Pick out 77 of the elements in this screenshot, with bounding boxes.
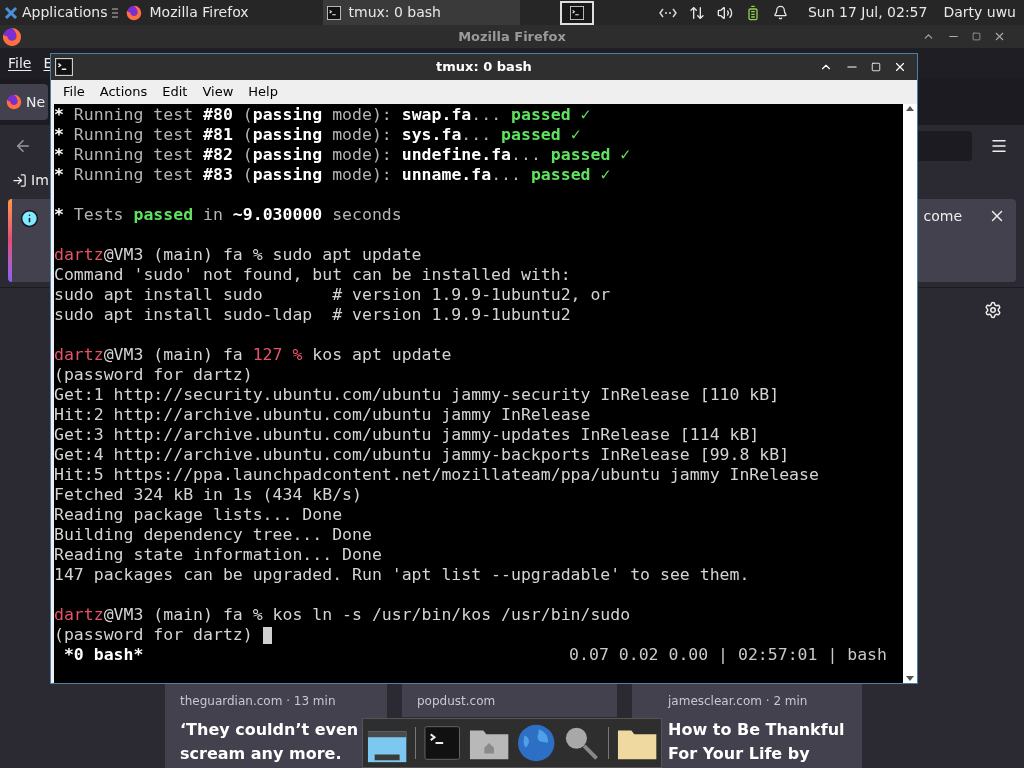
terminal-line: * Running test #83 (passing mode): unname.fa... passed ✓ — [54, 165, 611, 185]
menu-item[interactable]: View — [202, 82, 234, 102]
firefox-icon — [125, 4, 142, 21]
story-source: jamesclear.com · 2 min — [668, 693, 809, 710]
settings-button[interactable] — [984, 301, 1002, 319]
network-icon[interactable] — [658, 7, 677, 18]
terminal-line: Fetched 324 kB in 1s (434 kB/s) — [54, 485, 362, 505]
story-source: theguardian.com · 13 min — [180, 693, 337, 710]
menu-item[interactable]: Edit — [162, 82, 188, 102]
terminal-icon — [326, 5, 341, 20]
transfer-icon[interactable] — [688, 4, 705, 21]
user-name[interactable]: Darty uwu — [943, 2, 1016, 23]
menu-item[interactable]: File — [8, 52, 32, 74]
terminal-line: (password for dartz) — [54, 365, 253, 385]
menu-button[interactable] — [990, 137, 1008, 155]
firefox-icon — [2, 26, 22, 47]
menu-icon[interactable] — [111, 7, 118, 18]
taskbar-task[interactable]: tmux: 0 bash — [322, 0, 520, 25]
applications-menu[interactable]: Applications — [0, 0, 112, 25]
clock[interactable]: Sun 17 Jul, 02:57 — [807, 2, 928, 23]
maximize-button[interactable] — [972, 32, 981, 41]
terminal-line: Hit:5 https://ppa.launchpadcontent.net/mozillateam/ppa/ubuntu jammy InRelease — [54, 465, 819, 485]
terminal-line: sudo apt install sudo # version 1.9.9-1ubuntu2, or — [54, 285, 611, 305]
window-title: tmux: 0 bash — [436, 58, 532, 77]
menu-item[interactable]: Help — [248, 82, 278, 102]
terminal-line: dartz@VM3 (main) fa % sudo apt update — [54, 245, 422, 265]
globe-icon[interactable] — [516, 723, 556, 763]
story-source: popdust.com — [417, 693, 497, 710]
bell-icon[interactable] — [772, 5, 788, 20]
terminal-line: sudo apt install sudo-ldap # version 1.9.9-1ubuntu2 — [54, 305, 571, 325]
volume-icon[interactable] — [716, 4, 733, 21]
address-field[interactable] — [918, 131, 972, 161]
terminal-line: (password for dartz) — [54, 625, 254, 645]
tmux-status-text: 0.07 0.02 0.00 | 02:57:01 | bash — [569, 645, 887, 665]
terminal-icon — [55, 58, 73, 76]
terminal-line: * Tests passed in ~9.030000 seconds — [54, 205, 402, 225]
terminal-line: Get:3 http://archive.ubuntu.com/ubuntu jammy-updates InRelease [114 kB] — [54, 425, 760, 445]
terminal-icon[interactable] — [424, 725, 461, 761]
story-headline: For Your Life by — [668, 743, 811, 765]
window-title: Mozilla Firefox — [458, 27, 566, 46]
browser-tab[interactable]: Ne — [0, 84, 48, 120]
terminal-line: Hit:2 http://archive.ubuntu.com/ubuntu jammy InRelease — [54, 405, 591, 425]
tmux-window-tab[interactable]: *0 bash* — [54, 645, 144, 665]
terminal-line: Get:4 http://archive.ubuntu.com/ubuntu jammy-backports InRelease [99.8 kB] — [54, 445, 790, 465]
terminal-line: Reading package lists... Done — [54, 505, 343, 525]
terminal-line: Reading state information... Done — [54, 545, 382, 565]
scroll-up-icon[interactable] — [906, 106, 914, 111]
scroll-down-icon[interactable] — [906, 676, 914, 681]
terminal-line: dartz@VM3 (main) fa 127 % kos apt update — [54, 345, 452, 365]
menu-item[interactable]: File — [63, 82, 85, 102]
terminal-line: Building dependency tree... Done — [54, 525, 372, 545]
terminal-line: Command 'sudo' not found, but can be installed with: — [54, 265, 571, 285]
terminal-line: Get:1 http://security.ubuntu.com/ubuntu jammy-security InRelease [110 kB] — [54, 385, 780, 405]
terminal-line: dartz@VM3 (main) fa % kos ln -s /usr/bin/kos /usr/bin/sudo — [54, 605, 631, 625]
firefox-icon — [6, 94, 22, 110]
terminal-line: * Running test #80 (passing mode): swap.fa... passed ✓ — [54, 105, 591, 125]
close-button[interactable] — [893, 60, 907, 74]
story-headline: ‘They couldn’t even — [180, 719, 360, 741]
story-card[interactable]: popdust.com — [402, 684, 617, 717]
window-thumbnail-icon — [569, 5, 584, 20]
terminal-line: * Running test #82 (passing mode): undefine.fa... passed ✓ — [54, 145, 631, 165]
story-headline: scream any more. — [180, 743, 343, 765]
import-icon — [12, 173, 27, 188]
notification-text: come — [923, 207, 962, 226]
close-button[interactable] — [993, 30, 1006, 43]
story-card[interactable]: theguardian.com · 13 min ‘They couldn’t even scream any more. — [165, 684, 387, 768]
scrollbar[interactable] — [903, 104, 917, 683]
terminal-line: 147 packages can be upgraded. Run 'apt list --upgradable' to see them. — [54, 565, 750, 585]
menu-item[interactable]: Actions — [99, 82, 148, 102]
terminal-line: * Running test #81 (passing mode): sys.fa... passed ✓ — [54, 125, 581, 145]
story-headline: How to Be Thankful — [668, 719, 846, 741]
bookmark-item[interactable]: Im — [31, 170, 49, 191]
x-logo-icon — [4, 5, 18, 20]
back-button[interactable] — [14, 137, 32, 155]
story-card[interactable]: jamesclear.com · 2 min How to Be Thankful For Your Life by — [632, 684, 862, 768]
workspace-pager[interactable] — [559, 0, 594, 25]
info-icon — [20, 209, 39, 228]
